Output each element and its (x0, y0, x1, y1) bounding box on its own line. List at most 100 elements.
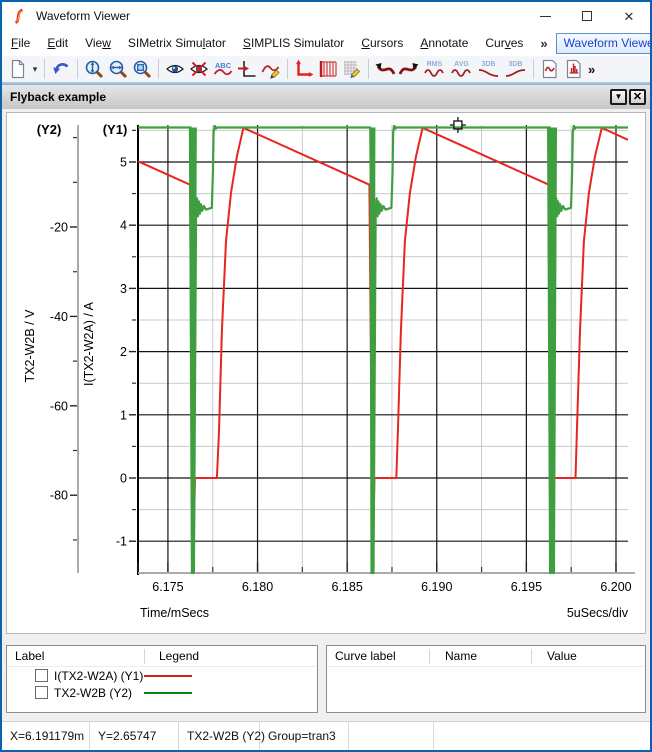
edit-grid-button[interactable] (340, 57, 364, 81)
previous-curve-button[interactable] (373, 57, 397, 81)
maximize-icon (582, 11, 592, 21)
curve-label[interactable]: TX2-W2B (Y2) (54, 686, 132, 700)
menu-view[interactable]: View (85, 36, 111, 50)
toolbar-separator (287, 59, 288, 79)
svg-text:ABC: ABC (215, 61, 232, 70)
toolbar-separator (533, 59, 534, 79)
status-empty-cell (434, 722, 554, 750)
waveform-plot-panel[interactable]: -20-40-60-80543210-16.1756.1806.1856.190… (6, 112, 646, 634)
add-axis-button[interactable] (292, 57, 316, 81)
add-grid-icon (318, 59, 338, 79)
curve-checkbox[interactable] (35, 669, 48, 682)
close-icon: ✕ (633, 92, 642, 103)
3db-highpass-button[interactable]: 3DB (502, 57, 529, 81)
minimize-icon (540, 16, 551, 17)
zoom-y-icon (84, 59, 104, 79)
undo-button[interactable] (49, 57, 73, 81)
menu-curves[interactable]: Curves (485, 36, 523, 50)
svg-text:TX2-W2B / V: TX2-W2B / V (23, 309, 37, 383)
3db-up-label: 3DB (508, 61, 522, 68)
toolbar-separator (158, 59, 159, 79)
undo-icon (51, 59, 71, 79)
legend-panel: Label Legend I(TX2-W2A) (Y1) TX2-W2B (Y2… (6, 645, 318, 713)
curve-label[interactable]: I(TX2-W2A) (Y1) (54, 669, 143, 683)
eye-crossed-icon (189, 59, 209, 79)
eye-icon (165, 59, 185, 79)
svg-text:4: 4 (120, 219, 127, 233)
curve-color-sample (144, 692, 192, 694)
menu-edit[interactable]: Edit (47, 36, 68, 50)
svg-text:3: 3 (120, 282, 127, 296)
status-y-readout: Y=2.65747 (90, 722, 179, 750)
svg-text:-60: -60 (50, 399, 68, 413)
zoom-box-icon (132, 59, 152, 79)
menu-cursors[interactable]: Cursors (361, 36, 403, 50)
svg-text:Time/mSecs: Time/mSecs (140, 606, 209, 620)
svg-text:-80: -80 (50, 489, 68, 503)
maximize-button[interactable] (566, 2, 608, 30)
menu-overflow-chevron[interactable]: » (540, 36, 547, 51)
menu-simplis-simulator[interactable]: SIMPLIS Simulator (243, 36, 344, 50)
menu-simetrix-simulator[interactable]: SIMetrix Simulator (128, 36, 226, 50)
tab-list-dropdown-button[interactable]: ▼ (610, 89, 627, 105)
new-document-button[interactable] (6, 57, 30, 81)
show-curve-button[interactable] (163, 57, 187, 81)
zoom-x-button[interactable] (106, 57, 130, 81)
close-button[interactable]: ✕ (608, 2, 650, 30)
window-selector-combobox[interactable]: Waveform Viewer ▼ (556, 33, 652, 54)
3db-lowpass-button[interactable]: 3DB (475, 57, 502, 81)
values-col-name: Name (437, 649, 477, 663)
toolbar-separator (77, 59, 78, 79)
svg-text:6.200: 6.200 (600, 580, 631, 594)
edit-grid-icon (342, 59, 362, 79)
edit-curve-button[interactable] (259, 57, 283, 81)
new-document-dropdown-icon[interactable]: ▾ (30, 64, 40, 75)
avg-sine-icon (451, 68, 473, 78)
svg-text:5uSecs/div: 5uSecs/div (567, 606, 629, 620)
svg-text:(Y2): (Y2) (37, 122, 62, 137)
values-col-curve-label: Curve label (327, 649, 396, 663)
status-empty-cell (349, 722, 434, 750)
rms-sine-icon (424, 68, 446, 78)
column-divider[interactable] (531, 649, 532, 664)
graph-tab-bar: Flyback example ▼ ✕ (2, 84, 650, 109)
menu-file[interactable]: File (11, 36, 30, 50)
svg-text:6.175: 6.175 (152, 580, 183, 594)
menu-annotate[interactable]: Annotate (420, 36, 468, 50)
column-divider[interactable] (144, 649, 145, 664)
move-curve-axis-button[interactable] (235, 57, 259, 81)
svg-text:-40: -40 (50, 310, 68, 324)
document-fft-icon (564, 59, 584, 79)
label-curve-button[interactable]: ABC (211, 57, 235, 81)
close-icon: ✕ (624, 10, 635, 23)
svg-text:I(TX2-W2A) / A: I(TX2-W2A) / A (82, 301, 96, 386)
new-waveform-window-button[interactable] (538, 57, 562, 81)
combobox-value: Waveform Viewer (557, 36, 652, 50)
tab-close-button[interactable]: ✕ (629, 89, 646, 105)
column-divider[interactable] (429, 649, 430, 664)
hide-curve-button[interactable] (187, 57, 211, 81)
waveform-chart[interactable]: -20-40-60-80543210-16.1756.1806.1856.190… (7, 113, 645, 633)
avg-button[interactable]: AVG (448, 57, 475, 81)
move-curve-axis-icon (237, 59, 257, 79)
add-grid-button[interactable] (316, 57, 340, 81)
zoom-box-button[interactable] (130, 57, 154, 81)
fft-window-button[interactable] (562, 57, 586, 81)
title-bar: Waveform Viewer ✕ (2, 2, 650, 30)
rms-button[interactable]: RMS (421, 57, 448, 81)
toolbar-overflow-chevron[interactable]: » (588, 62, 595, 77)
svg-text:5: 5 (120, 155, 127, 169)
curve-checkbox[interactable] (35, 686, 48, 699)
legend-col-label: Label (7, 649, 44, 663)
legend-col-legend: Legend (151, 649, 199, 663)
svg-text:1: 1 (120, 408, 127, 422)
status-x-readout: X=6.191179m (2, 722, 90, 750)
minimize-button[interactable] (524, 2, 566, 30)
zoom-y-button[interactable] (82, 57, 106, 81)
svg-text:6.185: 6.185 (332, 580, 363, 594)
svg-text:2: 2 (120, 345, 127, 359)
graph-tab-title: Flyback example (10, 90, 106, 104)
add-axis-icon (294, 59, 314, 79)
curve-values-panel: Curve label Name Value (326, 645, 646, 713)
next-curve-button[interactable] (397, 57, 421, 81)
